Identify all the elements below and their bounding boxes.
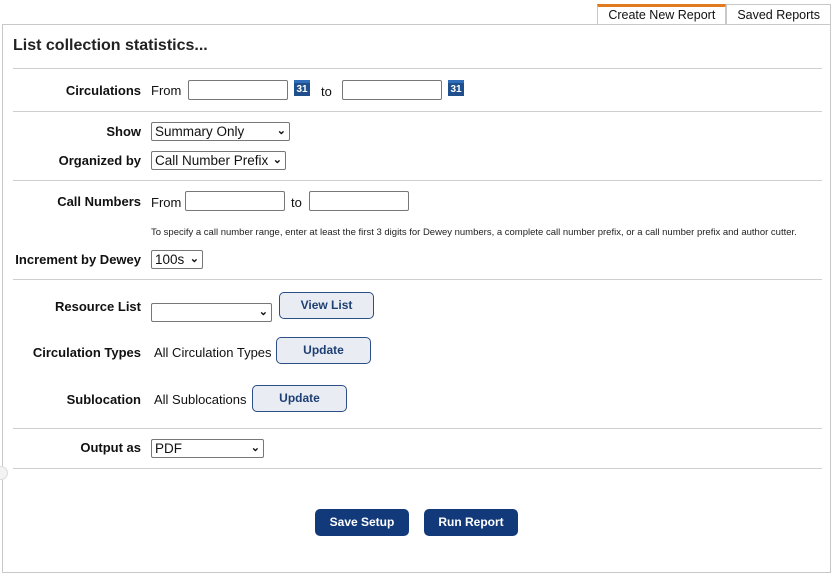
circulations-from-input[interactable]	[188, 80, 288, 100]
report-tabs: Create New Report Saved Reports	[597, 4, 831, 24]
chevron-down-icon: ⌄	[272, 154, 282, 166]
report-form-panel: List collection statistics... Circulatio…	[2, 24, 831, 573]
circulation-types-label: Circulation Types	[32, 345, 141, 360]
call-numbers-from-label: From	[151, 195, 182, 210]
resource-list-label: Resource List	[55, 299, 141, 314]
increment-by-dewey-value: 100s	[155, 252, 185, 267]
chevron-down-icon: ⌄	[258, 306, 268, 318]
view-list-button[interactable]: View List	[279, 292, 374, 319]
call-numbers-label: Call Numbers	[57, 194, 141, 209]
circulation-types-value: All Circulation Types	[154, 345, 272, 360]
organized-by-select-value: Call Number Prefix	[155, 153, 269, 168]
divider	[13, 180, 822, 181]
run-report-button[interactable]: Run Report	[424, 509, 518, 536]
organized-by-select[interactable]: Call Number Prefix ⌄	[151, 151, 286, 170]
organized-by-label: Organized by	[58, 153, 141, 168]
output-as-value: PDF	[155, 441, 182, 456]
circulations-from-label: From	[151, 83, 182, 98]
show-label: Show	[106, 124, 141, 139]
circulations-label: Circulations	[65, 83, 141, 98]
calendar-icon[interactable]: 31	[294, 80, 310, 96]
sublocation-value: All Sublocations	[154, 392, 247, 407]
circulations-to-input[interactable]	[342, 80, 442, 100]
increment-by-dewey-select[interactable]: 100s ⌄	[151, 250, 203, 269]
call-numbers-to-input[interactable]	[309, 191, 409, 211]
circulation-types-update-button[interactable]: Update	[276, 337, 371, 364]
divider	[13, 428, 822, 429]
call-numbers-from-input[interactable]	[185, 191, 285, 211]
increment-by-dewey-label: Increment by Dewey	[15, 252, 141, 267]
output-as-label: Output as	[80, 440, 141, 455]
tab-create-new-report[interactable]: Create New Report	[597, 4, 727, 24]
show-select-value: Summary Only	[155, 124, 245, 139]
save-setup-button[interactable]: Save Setup	[315, 509, 409, 536]
divider	[13, 468, 822, 469]
show-select[interactable]: Summary Only ⌄	[151, 122, 290, 141]
divider	[13, 279, 822, 280]
sublocation-update-button[interactable]: Update	[252, 385, 347, 412]
page-title: List collection statistics...	[13, 37, 208, 54]
calendar-icon[interactable]: 31	[448, 80, 464, 96]
call-numbers-to-label: to	[291, 195, 302, 210]
chevron-down-icon: ⌄	[189, 253, 199, 265]
output-as-select[interactable]: PDF ⌄	[151, 439, 264, 458]
divider	[13, 68, 822, 69]
tab-saved-reports[interactable]: Saved Reports	[726, 4, 831, 24]
chevron-down-icon: ⌄	[276, 125, 286, 137]
call-numbers-hint: To specify a call number range, enter at…	[151, 227, 797, 238]
chevron-down-icon: ⌄	[250, 442, 260, 454]
circulations-to-label: to	[321, 84, 332, 99]
resource-list-select[interactable]: ⌄	[151, 303, 272, 322]
sublocation-label: Sublocation	[66, 392, 141, 407]
divider	[13, 111, 822, 112]
